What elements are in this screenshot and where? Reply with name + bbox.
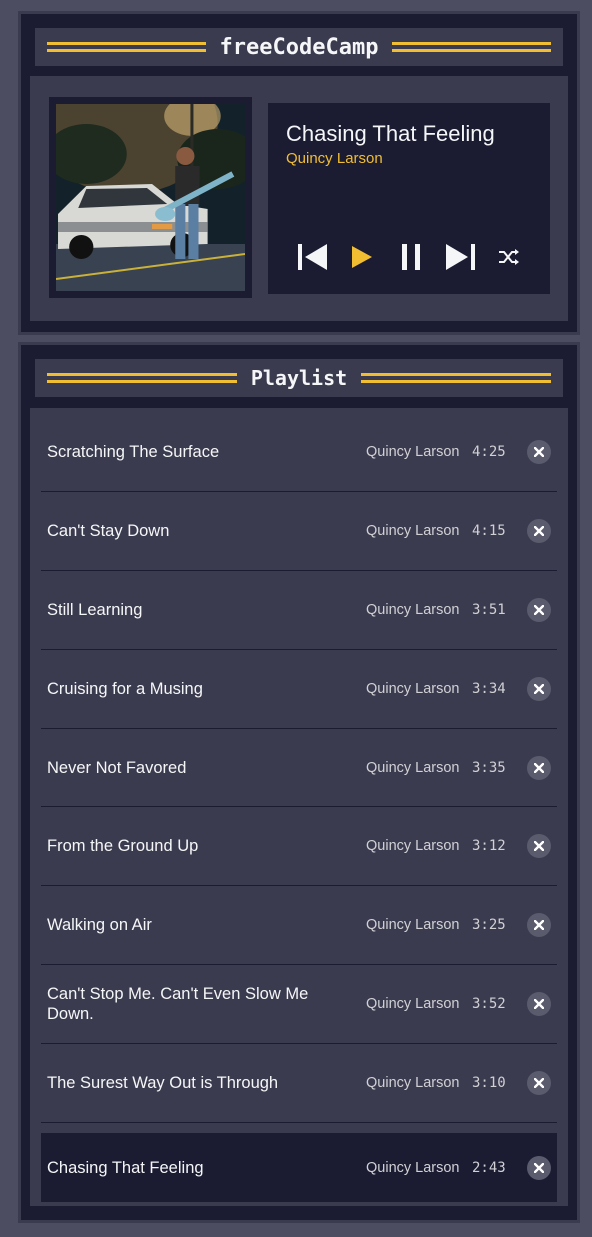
now-playing-info: Chasing That Feeling Quincy Larson: [268, 103, 550, 294]
album-art-illustration: [56, 104, 245, 291]
header-decoration-line: [47, 373, 237, 383]
song-duration: 4:25: [472, 443, 506, 460]
song-duration: 3:12: [472, 838, 506, 855]
delete-song-button[interactable]: [527, 834, 551, 859]
close-icon: [534, 1162, 544, 1173]
song-title: Walking on Air: [47, 916, 152, 935]
app-title: freeCodeCamp: [219, 34, 379, 60]
next-icon: [446, 244, 475, 270]
album-art-frame: [49, 97, 252, 298]
song-title: Cruising for a Musing: [47, 679, 203, 698]
playlist-song-row[interactable]: Can't Stay Down Quincy Larson 4:15: [41, 492, 557, 571]
song-title: The Surest Way Out is Through: [47, 1074, 279, 1093]
playlist-panel: Playlist Scratching The Surface Quincy L…: [18, 342, 580, 1223]
delete-song-button[interactable]: [527, 1155, 551, 1180]
playlist-song-row[interactable]: Still Learning Quincy Larson 3:51: [41, 571, 557, 650]
delete-song-button[interactable]: [527, 913, 551, 938]
album-art: [56, 104, 245, 291]
playlist-song-row[interactable]: Scratching The Surface Quincy Larson 4:2…: [41, 413, 557, 492]
playlist-song-row[interactable]: From the Ground Up Quincy Larson 3:12: [41, 807, 557, 887]
song-title: Can't Stay Down: [47, 521, 170, 540]
song-duration: 3:35: [472, 759, 506, 776]
previous-button[interactable]: [296, 242, 330, 272]
playlist-song-row[interactable]: The Surest Way Out is Through Quincy Lar…: [41, 1044, 557, 1124]
pause-icon: [402, 244, 420, 270]
close-icon: [534, 762, 544, 773]
song-title: Can't Stop Me. Can't Even Slow Me Down.: [47, 985, 309, 1024]
player-content: Chasing That Feeling Quincy Larson: [30, 76, 568, 321]
playlist-songs: Scratching The Surface Quincy Larson 4:2…: [30, 408, 568, 1206]
song-title: Still Learning: [47, 600, 143, 619]
close-icon: [534, 999, 544, 1010]
delete-song-button[interactable]: [527, 439, 551, 464]
playlist-title: Playlist: [250, 366, 348, 390]
close-icon: [534, 683, 544, 694]
delete-song-button[interactable]: [527, 992, 551, 1017]
song-artist: Quincy Larson: [366, 601, 460, 618]
close-icon: [534, 841, 544, 852]
song-artist: Quincy Larson: [366, 759, 460, 776]
song-title: From the Ground Up: [47, 837, 199, 856]
delete-song-button[interactable]: [527, 597, 551, 622]
delete-song-button[interactable]: [527, 755, 551, 780]
playlist-song-row[interactable]: Cruising for a Musing Quincy Larson 3:34: [41, 650, 557, 729]
current-song-artist: Quincy Larson: [286, 150, 383, 167]
song-duration: 3:34: [472, 680, 506, 697]
song-duration: 3:10: [472, 1075, 506, 1092]
shuffle-icon: [499, 249, 519, 265]
song-duration: 3:51: [472, 601, 506, 618]
previous-icon: [298, 244, 327, 270]
song-duration: 3:25: [472, 917, 506, 934]
song-duration: 2:43: [472, 1159, 506, 1176]
song-artist: Quincy Larson: [366, 838, 460, 855]
header-decoration-line: [392, 42, 552, 52]
delete-song-button[interactable]: [527, 518, 551, 543]
close-icon: [534, 920, 544, 931]
close-icon: [534, 446, 544, 457]
pause-button[interactable]: [394, 242, 428, 272]
next-button[interactable]: [443, 242, 477, 272]
playlist-song-row[interactable]: Can't Stop Me. Can't Even Slow Me Down. …: [41, 965, 557, 1045]
playlist-song-row-current[interactable]: Chasing That Feeling Quincy Larson 2:43: [41, 1133, 557, 1203]
song-artist: Quincy Larson: [366, 917, 460, 934]
header-decoration-line: [47, 42, 206, 52]
header-decoration-line: [361, 373, 552, 383]
close-icon: [534, 525, 544, 536]
song-duration: 4:15: [472, 522, 506, 539]
song-title: Chasing That Feeling: [47, 1158, 204, 1177]
song-artist: Quincy Larson: [366, 1159, 460, 1176]
delete-song-button[interactable]: [527, 676, 551, 701]
song-title: Scratching The Surface: [47, 442, 220, 461]
play-icon: [352, 246, 372, 268]
song-duration: 3:52: [472, 996, 506, 1013]
shuffle-button[interactable]: [492, 242, 526, 272]
song-artist: Quincy Larson: [366, 996, 460, 1013]
song-artist: Quincy Larson: [366, 680, 460, 697]
player-panel: freeCodeCamp Chasing That Feeling Quincy…: [18, 11, 580, 335]
player-controls: [296, 242, 526, 272]
playlist-song-row[interactable]: Never Not Favored Quincy Larson 3:35: [41, 729, 557, 808]
song-artist: Quincy Larson: [366, 443, 460, 460]
current-song-title: Chasing That Feeling: [286, 121, 495, 146]
delete-song-button[interactable]: [527, 1071, 551, 1096]
close-icon: [534, 604, 544, 615]
song-artist: Quincy Larson: [366, 1075, 460, 1092]
song-artist: Quincy Larson: [366, 522, 460, 539]
player-header-bar: freeCodeCamp: [35, 28, 563, 66]
playlist-song-row[interactable]: Walking on Air Quincy Larson 3:25: [41, 886, 557, 966]
close-icon: [534, 1078, 544, 1089]
song-title: Never Not Favored: [47, 758, 187, 777]
play-button[interactable]: [345, 242, 379, 272]
playlist-header-bar: Playlist: [35, 359, 563, 397]
